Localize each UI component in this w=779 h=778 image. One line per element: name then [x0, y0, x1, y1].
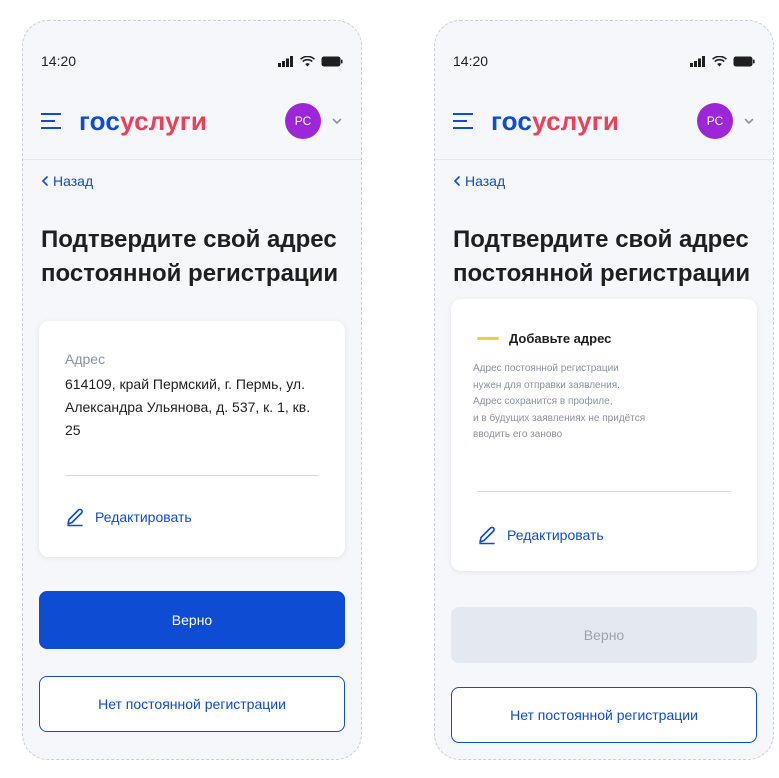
- status-bar: 14:20: [41, 51, 343, 71]
- confirm-button[interactable]: Верно: [39, 591, 345, 649]
- back-link[interactable]: Назад: [453, 173, 505, 189]
- signal-icon: [278, 55, 293, 67]
- avatar[interactable]: РС: [285, 103, 321, 139]
- gosuslugi-logo[interactable]: госуслуги: [79, 106, 207, 137]
- chevron-down-icon[interactable]: [331, 115, 343, 127]
- status-time: 14:20: [453, 53, 489, 69]
- status-bar: 14:20: [453, 51, 755, 71]
- page-title: Подтвердите свой адрес постоянной регист…: [453, 226, 751, 287]
- logo-gos-text: гос: [491, 105, 533, 136]
- pencil-icon: [479, 526, 495, 545]
- status-icons: [690, 55, 755, 67]
- logo-uslugi-text: услуги: [120, 105, 208, 136]
- phone-screen-address-missing: 14:20 госуслуги РС Назад Подтвердите сво…: [434, 20, 774, 760]
- card-divider: [65, 475, 319, 476]
- address-card: Адрес 614109, край Пермский, г. Пермь, у…: [39, 321, 345, 557]
- status-icons: [278, 55, 343, 67]
- address-warning-card: Добавьте адрес Адрес постоянной регистра…: [451, 299, 757, 571]
- logo-gos-text: гос: [79, 105, 121, 136]
- battery-icon: [733, 56, 755, 66]
- header-divider: [435, 159, 773, 160]
- avatar[interactable]: РС: [697, 103, 733, 139]
- card-divider: [477, 491, 731, 492]
- wifi-icon: [300, 55, 315, 66]
- address-label: Адрес: [65, 351, 106, 367]
- edit-address-link[interactable]: Редактировать: [477, 525, 604, 545]
- pencil-icon: [67, 508, 83, 527]
- phone-screen-address-found: 14:20 госуслуги РС Назад Подтвердите сво…: [22, 20, 362, 760]
- stage: 14:20 госуслуги РС Назад Подтвердите сво…: [0, 0, 779, 778]
- chevron-down-icon[interactable]: [743, 115, 755, 127]
- app-header: госуслуги РС: [453, 101, 755, 141]
- confirm-button-disabled[interactable]: Верно: [451, 607, 757, 663]
- warning-title: Добавьте адрес: [509, 331, 612, 346]
- status-time: 14:20: [41, 53, 77, 69]
- gosuslugi-logo[interactable]: госуслуги: [491, 106, 619, 137]
- menu-icon[interactable]: [453, 111, 477, 131]
- wifi-icon: [712, 55, 727, 66]
- no-registration-button[interactable]: Нет постоянной регистрации: [451, 687, 757, 743]
- page-title: Подтвердите свой адрес постоянной регист…: [41, 226, 339, 287]
- signal-icon: [690, 55, 705, 67]
- warning-header: Добавьте адрес: [477, 331, 611, 346]
- warning-text: Адрес постоянной регистрации нужен для о…: [473, 363, 646, 440]
- logo-uslugi-text: услуги: [532, 105, 620, 136]
- back-label: Назад: [465, 173, 506, 189]
- address-value: 614109, край Пермский, г. Пермь, ул. Але…: [65, 376, 311, 438]
- header-divider: [23, 159, 361, 160]
- edit-label: Редактировать: [95, 509, 192, 525]
- chevron-left-icon: [453, 176, 460, 186]
- app-header: госуслуги РС: [41, 101, 343, 141]
- back-link[interactable]: Назад: [41, 173, 93, 189]
- no-registration-button[interactable]: Нет постоянной регистрации: [39, 676, 345, 732]
- battery-icon: [321, 56, 343, 66]
- back-label: Назад: [53, 173, 94, 189]
- edit-label: Редактировать: [507, 527, 604, 543]
- chevron-left-icon: [41, 176, 48, 186]
- menu-icon[interactable]: [41, 111, 65, 131]
- edit-address-link[interactable]: Редактировать: [65, 507, 192, 527]
- warning-indicator: [477, 337, 499, 340]
